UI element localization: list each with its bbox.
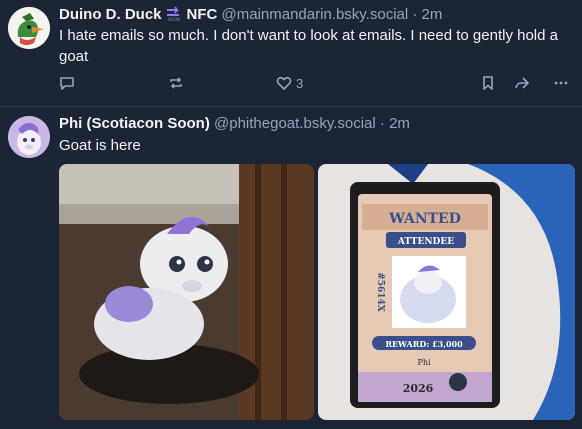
bookmark-button[interactable] [480, 72, 496, 94]
goat-avatar-icon [8, 116, 50, 158]
avatar-duino[interactable] [8, 7, 50, 49]
post-actions: 3 [59, 72, 574, 94]
image-wanted-badge[interactable]: WANTED ATTENDEE REWARD: £3,000 Phi 2026 #5614… [318, 164, 575, 420]
display-name[interactable]: Phi (Scotiacon Soon) [59, 115, 210, 132]
post-text: I hate emails so much. I don't want to l… [59, 27, 558, 65]
post-header: Duino D. Duck SOON NFC @mainmandarin.bsky.… [59, 4, 442, 25]
soon-arrow-icon: SOON [166, 6, 180, 22]
ellipsis-icon [554, 81, 568, 85]
display-name-suffix: NFC [186, 6, 218, 23]
badge-reward-text: REWARD: £3,000 [385, 339, 463, 349]
bookmark-icon [483, 76, 493, 90]
wanted-badge-photo: WANTED ATTENDEE REWARD: £3,000 Phi 2026 #5614… [318, 164, 575, 420]
share-icon [515, 77, 530, 89]
handle[interactable]: @mainmandarin.bsky.social [222, 6, 409, 23]
timestamp[interactable]: 2m [389, 115, 410, 132]
like-count: 3 [296, 75, 304, 91]
avatar-phi[interactable] [8, 116, 50, 158]
share-button[interactable] [514, 72, 530, 94]
post-phi[interactable]: Phi (Scotiacon Soon) @phithegoat.bsky.so… [0, 107, 582, 429]
separator: · [379, 115, 385, 132]
like-button[interactable]: 3 [276, 72, 303, 94]
timestamp[interactable]: 2m [422, 6, 443, 23]
post-text: Goat is here [59, 137, 141, 154]
display-name[interactable]: Duino D. Duck [59, 6, 162, 23]
image-gallery: WANTED ATTENDEE REWARD: £3,000 Phi 2026 #5614… [59, 164, 575, 420]
badge-year-text: 2026 [403, 382, 434, 395]
badge-wanted-text: WANTED [388, 211, 461, 227]
separator: · [412, 6, 418, 23]
badge-attendee-text: ATTENDEE [397, 237, 454, 247]
svg-text:SOON: SOON [168, 17, 180, 22]
reply-button[interactable] [59, 72, 75, 94]
post-header: Phi (Scotiacon Soon) @phithegoat.bsky.so… [59, 114, 410, 134]
post-duino[interactable]: Duino D. Duck SOON NFC @mainmandarin.bsky.… [0, 0, 582, 106]
duck-avatar-icon [8, 7, 50, 49]
badge-number-text: #5614X [375, 272, 385, 312]
plush-goat-photo [59, 164, 314, 420]
image-plush-goat[interactable] [59, 164, 314, 420]
more-options-button[interactable] [553, 72, 569, 94]
handle[interactable]: @phithegoat.bsky.social [214, 115, 376, 132]
repost-button[interactable] [168, 72, 184, 94]
badge-name-text: Phi [417, 358, 431, 367]
heart-icon [276, 76, 292, 91]
reply-icon [60, 77, 74, 90]
repost-icon [170, 77, 182, 89]
